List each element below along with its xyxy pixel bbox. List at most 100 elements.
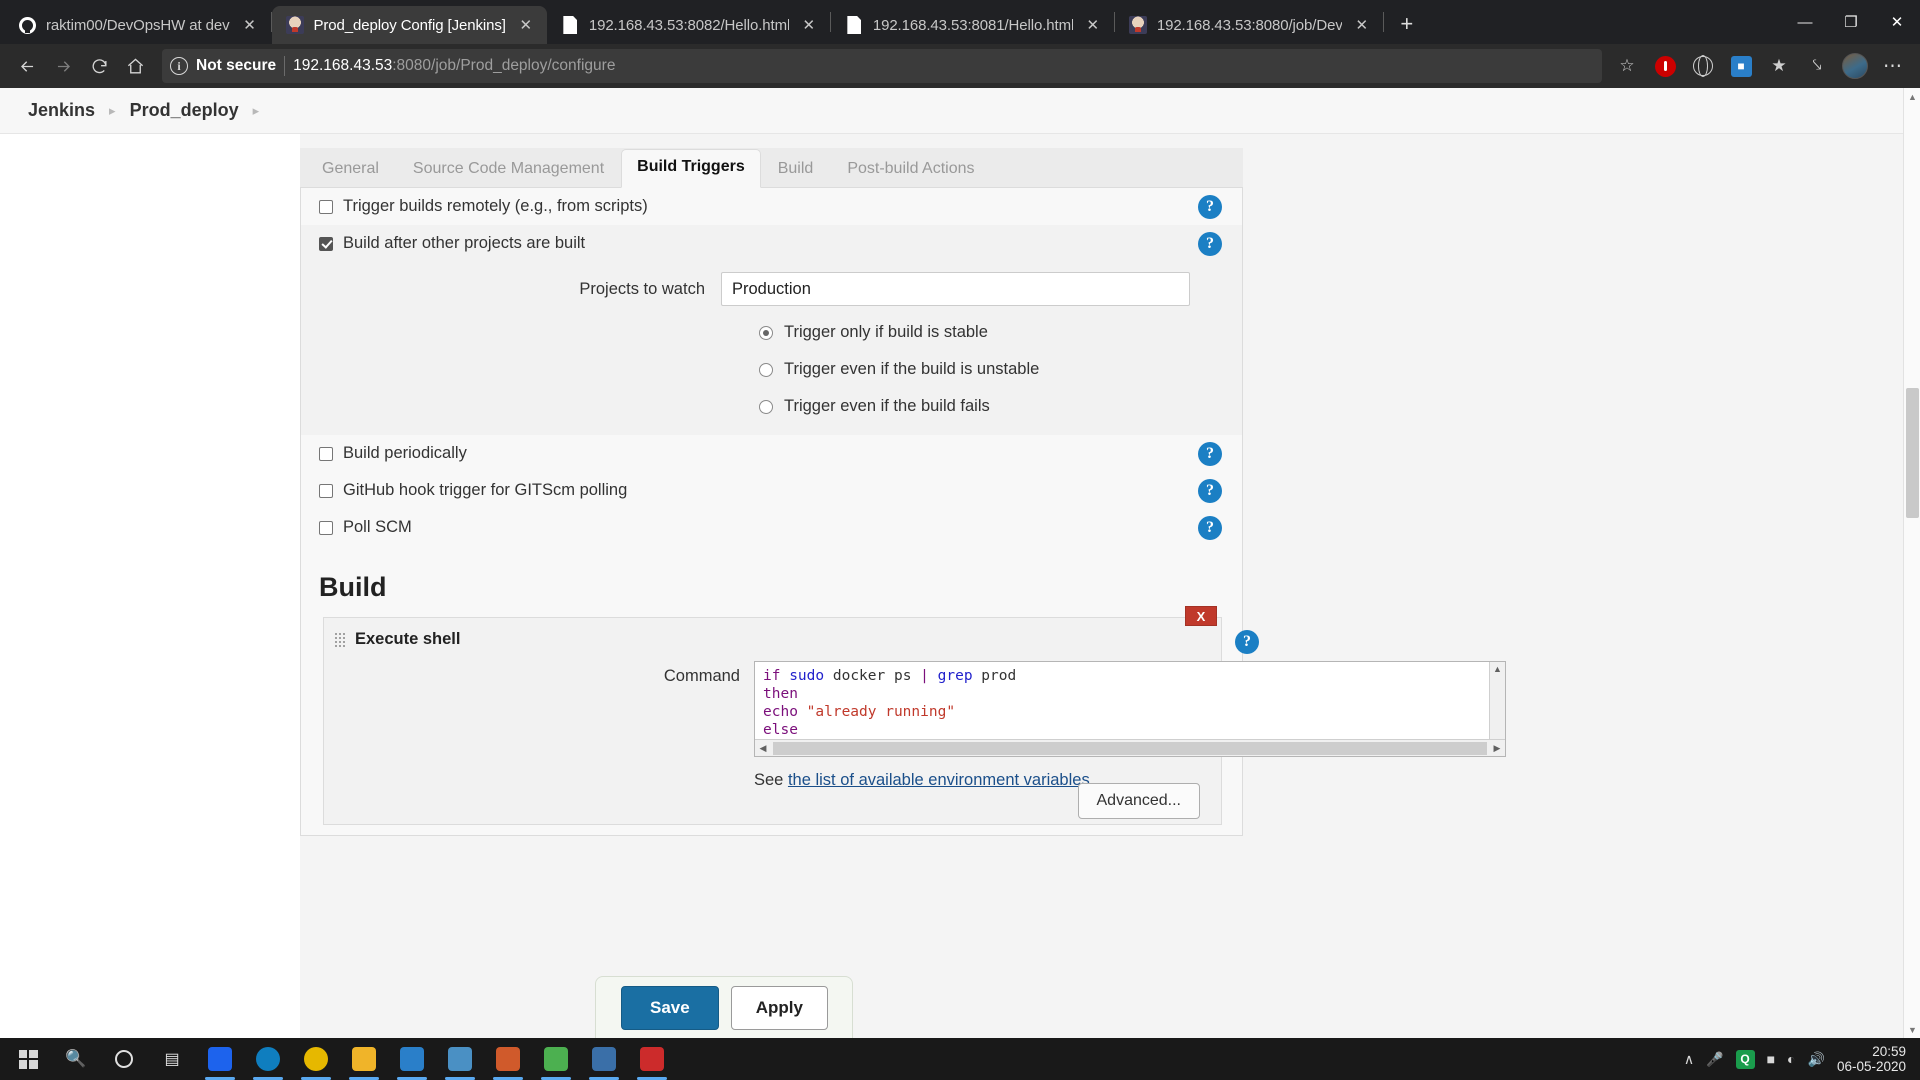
cortana-button[interactable] xyxy=(100,1038,148,1080)
command-textarea[interactable]: if sudo docker ps | grep prodthenecho "a… xyxy=(754,661,1506,757)
start-button[interactable] xyxy=(4,1038,52,1080)
delete-build-step-button[interactable]: X xyxy=(1185,606,1217,626)
quick-assist-icon[interactable]: Q xyxy=(1736,1050,1755,1069)
apply-button[interactable]: Apply xyxy=(731,986,828,1030)
page-scroll-down-icon[interactable]: ▼ xyxy=(1904,1021,1920,1038)
edge-app[interactable] xyxy=(244,1038,292,1080)
help-icon[interactable]: ? xyxy=(1198,195,1222,219)
browser-toolbar: i Not secure 192.168.43.53:8080/job/Prod… xyxy=(0,44,1920,88)
page-scroll-up-icon[interactable]: ▲ xyxy=(1904,88,1920,105)
chrome-app[interactable] xyxy=(292,1038,340,1080)
recorder-app[interactable] xyxy=(628,1038,676,1080)
trigger-remotely-row[interactable]: Trigger builds remotely (e.g., from scri… xyxy=(301,188,1242,225)
h-scroll-thumb[interactable] xyxy=(773,742,1487,755)
browser-tab-4[interactable]: 192.168.43.53:8080/job/Develop ✕ xyxy=(1115,6,1383,44)
build-periodically-label: Build periodically xyxy=(343,444,467,463)
trigger-stable-row[interactable]: Trigger only if build is stable xyxy=(301,314,1242,351)
address-bar[interactable]: i Not secure 192.168.43.53:8080/job/Prod… xyxy=(162,49,1602,83)
minimize-button[interactable]: — xyxy=(1782,0,1828,44)
mail-app[interactable] xyxy=(388,1038,436,1080)
collections-icon[interactable]: ⤥ xyxy=(1800,49,1834,83)
help-icon[interactable]: ? xyxy=(1198,442,1222,466)
advanced-button[interactable]: Advanced... xyxy=(1078,783,1201,819)
command-line: else xyxy=(763,721,1505,739)
trigger-fails-radio[interactable] xyxy=(759,400,773,414)
more-options-icon[interactable]: ⋯ xyxy=(1876,49,1910,83)
page-scrollbar[interactable]: ▲ ▼ xyxy=(1903,88,1920,1038)
command-row: Command if sudo docker ps | grep prodthe… xyxy=(324,659,1221,757)
trigger-remotely-checkbox[interactable] xyxy=(319,200,333,214)
taskbar-clock[interactable]: 20:59 06-05-2020 xyxy=(1837,1044,1910,1074)
env-variables-link[interactable]: the list of available environment variab… xyxy=(788,771,1090,789)
scroll-left-icon[interactable]: ◀ xyxy=(755,743,771,754)
store-app[interactable] xyxy=(484,1038,532,1080)
projects-to-watch-input[interactable]: Production xyxy=(721,272,1190,306)
home-button[interactable] xyxy=(118,49,152,83)
tab-close-icon[interactable]: ✕ xyxy=(239,14,261,36)
tray-chevron-icon[interactable]: ∧ xyxy=(1684,1051,1694,1068)
scroll-right-icon[interactable]: ▶ xyxy=(1489,743,1505,754)
browser-tab-0[interactable]: raktim00/DevOpsHW at dev ✕ xyxy=(4,6,271,44)
extension-icon[interactable]: ■ xyxy=(1724,49,1758,83)
volume-icon[interactable]: 🔊 xyxy=(1808,1051,1825,1068)
wifi-icon[interactable]: ◐ xyxy=(1787,1051,1795,1067)
trigger-stable-radio[interactable] xyxy=(759,326,773,340)
microphone-icon[interactable]: 🎤 xyxy=(1706,1051,1723,1068)
maximize-button[interactable]: ❐ xyxy=(1828,0,1874,44)
command-horizontal-scrollbar[interactable]: ◀ ▶ xyxy=(755,739,1505,756)
poll-scm-checkbox[interactable] xyxy=(319,521,333,535)
github-hook-row[interactable]: GitHub hook trigger for GITScm polling ? xyxy=(301,472,1242,509)
browser-tab-3[interactable]: 192.168.43.53:8081/Hello.html ✕ xyxy=(831,6,1114,44)
build-after-other-checkbox[interactable] xyxy=(319,237,333,251)
tab-source-code-management[interactable]: Source Code Management xyxy=(396,152,621,188)
tab-build-triggers[interactable]: Build Triggers xyxy=(621,149,761,188)
build-periodically-checkbox[interactable] xyxy=(319,447,333,461)
browser-tab-2[interactable]: 192.168.43.53:8082/Hello.html ✕ xyxy=(547,6,830,44)
tab-post-build-actions[interactable]: Post-build Actions xyxy=(830,152,991,188)
tab-general[interactable]: General xyxy=(305,152,396,188)
close-button[interactable]: ✕ xyxy=(1874,0,1920,44)
settings-app[interactable] xyxy=(532,1038,580,1080)
docker-app[interactable] xyxy=(196,1038,244,1080)
refresh-button[interactable] xyxy=(82,49,116,83)
back-button[interactable] xyxy=(10,49,44,83)
help-icon[interactable]: ? xyxy=(1198,232,1222,256)
chevron-right-icon[interactable]: ▸ xyxy=(239,103,274,119)
tab-close-icon[interactable]: ✕ xyxy=(515,14,537,36)
bookmark-star-icon[interactable]: ☆ xyxy=(1610,49,1644,83)
poll-scm-row[interactable]: Poll SCM ? xyxy=(301,509,1242,546)
drag-handle-icon[interactable] xyxy=(334,632,345,647)
trigger-unstable-row[interactable]: Trigger even if the build is unstable xyxy=(301,351,1242,388)
breadcrumb-item-jenkins[interactable]: Jenkins xyxy=(28,100,95,121)
help-icon[interactable]: ? xyxy=(1198,479,1222,503)
tab-close-icon[interactable]: ✕ xyxy=(798,14,820,36)
build-periodically-row[interactable]: Build periodically ? xyxy=(301,435,1242,472)
explorer-app[interactable] xyxy=(340,1038,388,1080)
save-button[interactable]: Save xyxy=(621,986,719,1030)
task-view-button[interactable]: ▤ xyxy=(148,1038,196,1080)
github-hook-checkbox[interactable] xyxy=(319,484,333,498)
opera-badge-icon[interactable] xyxy=(1648,49,1682,83)
virtualbox-app[interactable] xyxy=(436,1038,484,1080)
scroll-up-icon[interactable]: ▲ xyxy=(1493,662,1502,676)
tab-build[interactable]: Build xyxy=(761,152,831,188)
new-tab-button[interactable]: + xyxy=(1390,7,1424,41)
page-scroll-thumb[interactable] xyxy=(1906,388,1919,518)
tab-close-icon[interactable]: ✕ xyxy=(1351,14,1373,36)
trigger-fails-row[interactable]: Trigger even if the build fails xyxy=(301,388,1242,425)
help-icon[interactable]: ? xyxy=(1235,630,1259,654)
tab-close-icon[interactable]: ✕ xyxy=(1082,14,1104,36)
help-icon[interactable]: ? xyxy=(1198,516,1222,540)
browser-tab-1[interactable]: Prod_deploy Config [Jenkins] ✕ xyxy=(272,6,547,44)
notes-app[interactable] xyxy=(580,1038,628,1080)
globe-icon[interactable] xyxy=(1686,49,1720,83)
trigger-unstable-radio[interactable] xyxy=(759,363,773,377)
search-button[interactable]: 🔍 xyxy=(52,1038,100,1080)
favorites-icon[interactable]: ★ xyxy=(1762,49,1796,83)
battery-icon[interactable]: ■ xyxy=(1767,1051,1775,1067)
build-after-other-row[interactable]: Build after other projects are built ? xyxy=(301,225,1242,262)
info-circle-icon[interactable]: i xyxy=(170,57,188,75)
breadcrumb-item-prod-deploy[interactable]: Prod_deploy xyxy=(130,100,239,121)
forward-button[interactable] xyxy=(46,49,80,83)
avatar[interactable] xyxy=(1838,49,1872,83)
